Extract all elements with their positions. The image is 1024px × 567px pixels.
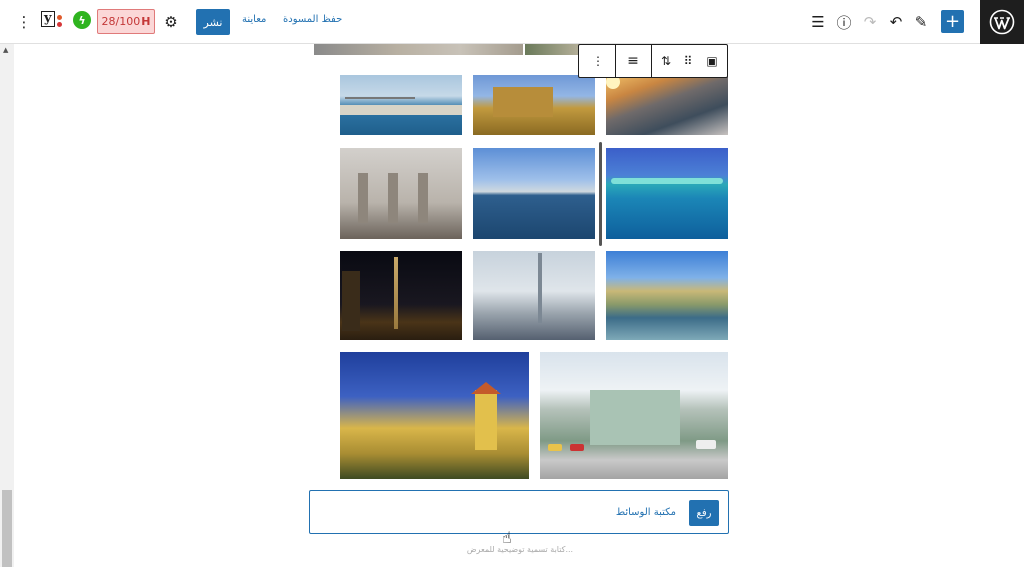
image-detail-car <box>696 440 716 449</box>
media-library-button[interactable]: مكتبة الوسائط <box>616 507 676 518</box>
kebab-icon: ⋮ <box>592 54 604 68</box>
drag-handle[interactable]: ⠿ <box>677 45 699 77</box>
add-block-button[interactable]: + <box>941 10 964 33</box>
gallery-image-lakeside-palace[interactable] <box>606 251 728 340</box>
list-view-icon: ☰ <box>811 13 825 31</box>
list-view-button[interactable]: ☰ <box>806 10 830 34</box>
resize-handle[interactable] <box>599 142 602 246</box>
gallery-image-government-building[interactable] <box>540 352 728 479</box>
gallery-image-palace-colonnade[interactable] <box>340 148 462 239</box>
save-draft-button[interactable]: حفظ المسودة <box>283 14 342 25</box>
seo-score-value: 28/100 <box>101 15 141 28</box>
image-detail-tower <box>538 253 542 323</box>
gallery-upload-area: رفع مكتبة الوسائط <box>309 490 729 534</box>
settings-button[interactable]: ⚙ <box>159 10 183 34</box>
gallery-image-city-skyline-tower[interactable] <box>473 251 595 340</box>
move-button[interactable]: ⇅ <box>655 45 677 77</box>
seo-score-button[interactable]: 28/100 H <box>97 9 155 34</box>
previous-image-tile[interactable] <box>314 44 523 55</box>
image-detail-car <box>570 444 584 451</box>
jetpack-button[interactable]: ϟ <box>73 11 91 29</box>
block-options-button[interactable]: ⋮ <box>583 45 613 77</box>
gallery-image-castle-walls[interactable] <box>473 75 595 135</box>
image-detail-facade <box>590 390 680 445</box>
move-up-down-icon: ⇅ <box>660 54 672 68</box>
gallery-caption-input[interactable]: كتابة تسمية توضيحية للمعرض... <box>420 545 620 554</box>
align-button[interactable]: ≡ <box>617 45 649 77</box>
align-icon: ≡ <box>627 53 639 69</box>
scrollbar-thumb[interactable] <box>2 490 12 567</box>
image-detail-pier <box>340 105 462 115</box>
toolbar-separator <box>615 45 616 77</box>
drag-icon: ⠿ <box>683 54 693 68</box>
gallery-icon: ▣ <box>706 54 718 68</box>
gallery-image-night-tower[interactable] <box>340 251 462 340</box>
yoast-status-dot-icon <box>57 15 62 20</box>
image-detail-column <box>358 173 368 223</box>
undo-icon: ↶ <box>889 13 903 31</box>
yoast-status-dot-icon <box>57 22 62 27</box>
upload-button[interactable]: رفع <box>689 500 719 526</box>
yoast-icon: y <box>41 11 55 27</box>
image-detail-tower <box>475 390 497 450</box>
image-detail-roof <box>471 382 501 394</box>
previous-image-tile[interactable] <box>525 44 580 55</box>
yoast-button[interactable]: y <box>38 9 66 33</box>
redo-button[interactable]: ↷ <box>858 10 882 34</box>
edit-tools-button[interactable]: ✎ <box>909 10 933 34</box>
image-detail-column <box>388 173 398 223</box>
image-detail-tower <box>394 257 398 329</box>
details-button[interactable]: ⓘ <box>832 10 856 34</box>
undo-button[interactable]: ↶ <box>884 10 908 34</box>
options-menu-button[interactable]: ⋮ <box>12 10 36 34</box>
kebab-icon: ⋮ <box>16 13 32 31</box>
editor-top-bar: + ✎ ↶ ↷ ⓘ ☰ حفظ المسودة معاينة نشر ⚙ 28/… <box>0 0 1024 44</box>
image-detail-column <box>418 173 428 223</box>
publish-button[interactable]: نشر <box>196 9 230 35</box>
block-type-button[interactable]: ▣ <box>699 45 725 77</box>
preview-button[interactable]: معاينة <box>242 14 266 25</box>
gear-icon: ⚙ <box>164 13 178 31</box>
image-detail-building <box>342 271 360 331</box>
wordpress-logo-button[interactable] <box>980 0 1024 44</box>
jetpack-bolt-icon: ϟ <box>78 13 86 27</box>
image-detail-car <box>548 444 562 451</box>
gallery-image-sea-skyline[interactable] <box>473 148 595 239</box>
redo-icon: ↷ <box>863 13 877 31</box>
image-detail-bridge <box>345 97 415 99</box>
gallery-image-coastal-town-sunset[interactable] <box>606 75 728 135</box>
gallery-image-turquoise-lagoon[interactable] <box>606 148 728 239</box>
toolbar-separator <box>651 45 652 77</box>
scroll-up-arrow-icon[interactable]: ▲ <box>3 46 8 54</box>
block-toolbar: ⋮ ≡ ⇅ ⠿ ▣ <box>578 44 728 78</box>
page-scrollbar[interactable]: ▲ <box>0 44 14 567</box>
wordpress-icon <box>989 9 1015 35</box>
seo-h-icon: H <box>141 15 151 28</box>
image-detail-castle <box>493 87 553 117</box>
plus-icon: + <box>944 10 961 32</box>
gallery-image-yellow-building[interactable] <box>340 352 529 479</box>
gallery-image-harbor-bridge[interactable] <box>340 75 462 135</box>
hand-cursor-icon: ☝ <box>502 528 512 547</box>
info-icon: ⓘ <box>836 13 852 32</box>
pencil-icon: ✎ <box>914 13 928 31</box>
image-detail-reef <box>611 178 723 184</box>
